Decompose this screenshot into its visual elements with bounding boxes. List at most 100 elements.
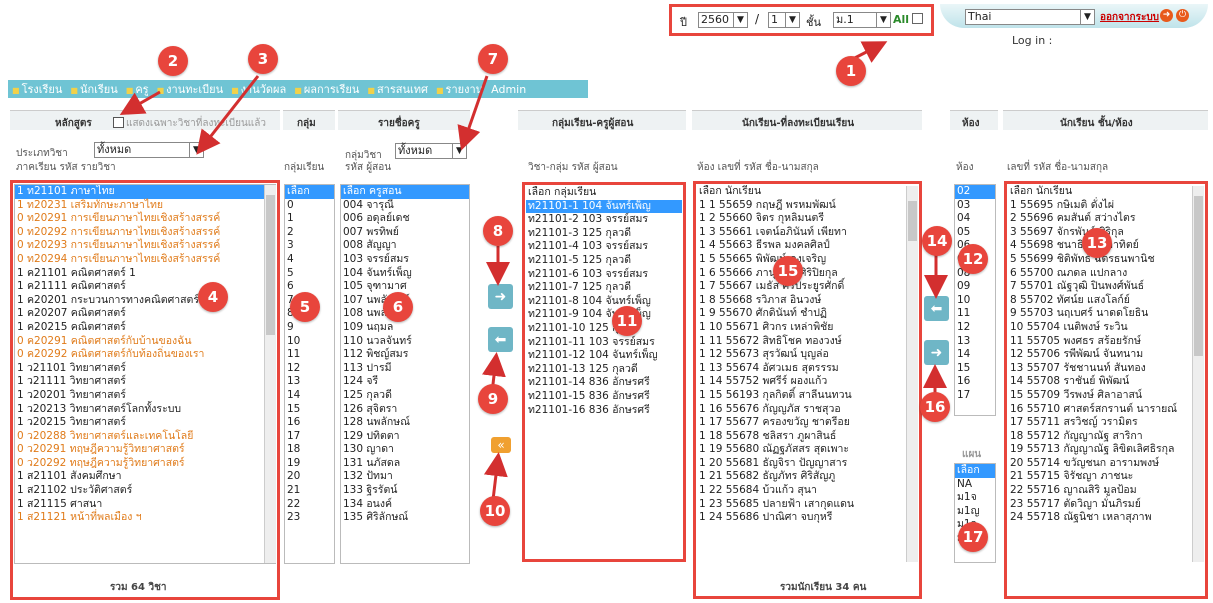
list-item[interactable]: 0 ท20291 การเขียนภาษาไทยเชิงสร้างสรรค์ <box>15 212 275 226</box>
list-item[interactable]: 17 55711 สรวิชญ์ วรามิตร <box>1008 416 1204 430</box>
registered-only-checkbox[interactable] <box>113 117 124 128</box>
list-item[interactable]: 0 ท20294 การเขียนภาษาไทยเชิงสร้างสรรค์ <box>15 253 275 267</box>
list-item[interactable]: 124 จรี <box>341 375 469 389</box>
list-item[interactable]: 133 ฐิรรัตน์ <box>341 484 469 498</box>
list-item[interactable]: 0 ท20292 การเขียนภาษาไทยเชิงสร้างสรรค์ <box>15 226 275 240</box>
list-item[interactable]: 004 จารุณี <box>341 199 469 213</box>
list-item[interactable]: 10 <box>955 294 995 308</box>
list-item[interactable]: 24 55718 ณัฐนิชา เหลาสุภาพ <box>1008 511 1204 525</box>
list-item[interactable]: 1 <box>285 212 334 226</box>
list-item[interactable]: 1 ค20215 คณิตศาสตร์ <box>15 321 275 335</box>
list-item[interactable]: 11 55705 พงศธร สร้อยรักษ์ <box>1008 335 1204 349</box>
list-item[interactable]: 1 ท21101 ภาษาไทย <box>15 185 275 199</box>
menu-item-results[interactable]: ■ ผลการเรียน <box>290 80 363 98</box>
list-item[interactable]: 8 55702 ทัศน์ย แสงโลก์ย์ <box>1008 294 1204 308</box>
list-item[interactable]: 1 55695 กษิเมติ ดั่งไผ่ <box>1008 199 1204 213</box>
list-item[interactable]: 125 กุลวดี <box>341 389 469 403</box>
list-item[interactable]: 1 11 55672 สิทธิโชค ทองวงษ์ <box>697 335 918 349</box>
list-item[interactable]: ท21101-15 836 อักษรศรี <box>526 390 682 404</box>
list-item[interactable]: 11 <box>285 348 334 362</box>
list-item[interactable]: 007 พรทิพย์ <box>341 226 469 240</box>
logout-icon[interactable]: ➜ <box>1160 9 1173 22</box>
list-item[interactable]: 1 4 55663 ธีรพล มงคลศิลป์ <box>697 239 918 253</box>
list-item[interactable]: 21 <box>285 484 334 498</box>
add-group-button[interactable]: ➜ <box>488 284 513 309</box>
list-item[interactable]: 113 ปารมี <box>341 362 469 376</box>
list-item[interactable]: 23 <box>285 511 334 525</box>
list-item[interactable]: 22 <box>285 498 334 512</box>
list-item[interactable]: 1 ว20215 วิทยาศาสตร์ <box>15 416 275 430</box>
list-item[interactable]: 006 อดุลย์เดช <box>341 212 469 226</box>
list-item[interactable]: 03 <box>955 199 995 213</box>
logout-link[interactable]: ออกจากระบบ <box>1100 10 1159 25</box>
list-item[interactable]: 16 <box>955 375 995 389</box>
list-item[interactable]: ท21101-2 103 จรรย์สมร <box>526 213 682 227</box>
registered-scrollbar[interactable] <box>906 186 918 562</box>
list-item[interactable]: 1 ส21115 ศาสนา <box>15 498 275 512</box>
remove-all-button[interactable]: « <box>491 437 511 453</box>
list-item[interactable]: 9 55703 นฤเบศร์ นาดดโยธิน <box>1008 307 1204 321</box>
list-item[interactable]: 09 <box>955 280 995 294</box>
list-item[interactable]: ท21101-11 103 จรรย์สมร <box>526 336 682 350</box>
list-item[interactable]: 1 ส21102 ประวัติศาสตร์ <box>15 484 275 498</box>
menu-item-evaluation[interactable]: ■ งานวัดผล <box>227 80 290 98</box>
list-item[interactable]: ท21101-4 103 จรรย์สมร <box>526 240 682 254</box>
list-item[interactable]: 1 ว21111 วิทยาศาสตร์ <box>15 375 275 389</box>
list-item[interactable]: 15 <box>955 362 995 376</box>
list-item[interactable]: 1 12 55673 สุรวัฒน์ บุญล่อ <box>697 348 918 362</box>
list-item[interactable]: 1 9 55670 ศักดินันท์ ชำปฏิ <box>697 307 918 321</box>
list-item[interactable]: 132 ปัทมา <box>341 470 469 484</box>
list-item[interactable]: 1 ค21101 คณิตศาสตร์ 1 <box>15 267 275 281</box>
list-item[interactable]: 1 13 55674 อัศวเมธ สุตรรรม <box>697 362 918 376</box>
menu-item-info[interactable]: ■ สารสนเทศ <box>363 80 432 98</box>
list-item[interactable]: 1 23 55685 ปลายฟ้า เสากุดแดน <box>697 498 918 512</box>
list-item[interactable]: 2 <box>285 226 334 240</box>
teacher-list[interactable]: เลือก ครูสอน 004 จารุณี 006 อดุลย์เดช 007 พ… <box>340 184 470 564</box>
list-item[interactable]: 14 55708 ราชันย์ พิพัฒน์ <box>1008 375 1204 389</box>
list-item[interactable]: 14 <box>955 348 995 362</box>
menu-item-teacher[interactable]: ■ ครู <box>122 80 153 98</box>
list-item[interactable]: 110 นวลจันทร์ <box>341 335 469 349</box>
list-item[interactable]: 17 <box>285 430 334 444</box>
list-item[interactable]: 1 2 55660 จิตร กุหลิมนตรี <box>697 212 918 226</box>
menu-item-registration[interactable]: ■ งานทะเบียน <box>153 80 228 98</box>
list-item[interactable]: 13 <box>285 375 334 389</box>
menu-item-report[interactable]: ■ รายงาน <box>432 80 487 98</box>
list-item[interactable]: เลือก กลุ่มเรียน <box>526 186 682 200</box>
list-item[interactable]: 109 นฤมล <box>341 321 469 335</box>
curriculum-scrollbar[interactable] <box>264 185 276 563</box>
list-item[interactable]: 19 <box>285 457 334 471</box>
menu-item-student[interactable]: ■ นักเรียน <box>66 80 121 98</box>
list-item[interactable]: 16 <box>285 416 334 430</box>
list-item[interactable]: 1 7 55667 เมธัส ศิริประยูรศักดิ์ <box>697 280 918 294</box>
list-item[interactable]: 13 55707 รัชชานนท์ สันทอง <box>1008 362 1204 376</box>
all-checkbox[interactable] <box>912 13 923 24</box>
grade-select[interactable]: ม.1 ▼ <box>833 12 891 28</box>
year-select[interactable]: 2560 ▼ <box>698 12 748 28</box>
list-item[interactable]: 008 สัญญา <box>341 239 469 253</box>
list-item[interactable]: 10 <box>285 335 334 349</box>
list-item[interactable]: 1 ว21101 วิทยาศาสตร์ <box>15 362 275 376</box>
list-item[interactable]: 131 นภัสดล <box>341 457 469 471</box>
subject-type-select[interactable]: ทั้งหมด ▼ <box>94 142 204 158</box>
list-item[interactable]: เลือก นักเรียน <box>1008 185 1204 199</box>
list-item[interactable]: 112 พิชญ์สมร <box>341 348 469 362</box>
term-select[interactable]: 1 ▼ <box>768 12 800 28</box>
list-item[interactable]: 1 5 55665 พิพัฒน์ คงเจริญ <box>697 253 918 267</box>
list-item[interactable]: 129 ปทิตตา <box>341 430 469 444</box>
power-icon[interactable]: ⏻ <box>1176 9 1189 22</box>
registered-student-list[interactable]: เลือก นักเรียน 1 1 55659 กฤษฎี พรหมพัฒน์ 1… <box>697 185 918 563</box>
list-item[interactable]: ม1ญ <box>955 505 995 519</box>
list-item[interactable]: 0 ค20292 คณิตศาสตร์กับท้องถิ่นของเรา <box>15 348 275 362</box>
list-item[interactable]: 1 17 55677 ครองขวัญ ชาตรีอย <box>697 416 918 430</box>
list-item[interactable]: 05 <box>955 226 995 240</box>
class-student-scrollbar[interactable] <box>1192 186 1204 562</box>
list-item[interactable]: เลือก <box>285 185 334 199</box>
list-item[interactable]: ท21101-6 103 จรรย์สมร <box>526 268 682 282</box>
list-item[interactable]: เลือก นักเรียน <box>697 185 918 199</box>
list-item[interactable]: 22 55716 ญาณสิริ มูลป้อม <box>1008 484 1204 498</box>
list-item[interactable]: 3 <box>285 239 334 253</box>
list-item[interactable]: 0 ค20291 คณิตศาสตร์กับบ้านของฉัน <box>15 335 275 349</box>
list-item[interactable]: 1 6 55666 ภานุ เรืองศิริปิยกุล <box>697 267 918 281</box>
list-item[interactable]: 128 นพลักษณ์ <box>341 416 469 430</box>
